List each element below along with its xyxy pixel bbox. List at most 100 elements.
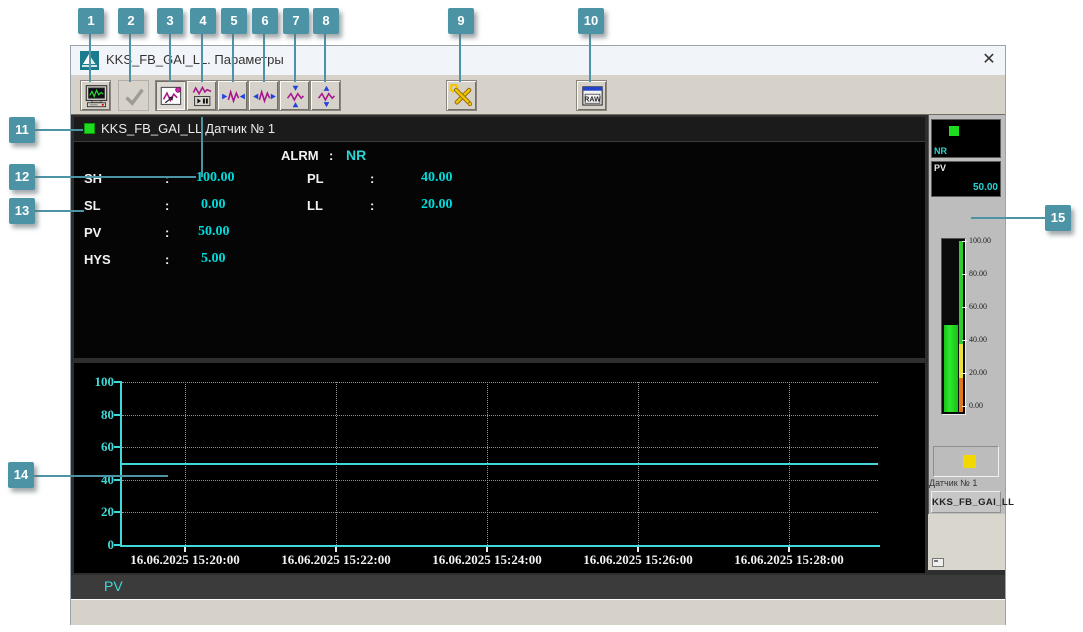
alarm-label: ALRM bbox=[281, 148, 319, 163]
compress-value-axis-button[interactable] bbox=[279, 80, 310, 111]
callout-7: 7 bbox=[283, 8, 309, 34]
param-label-ll: LL bbox=[307, 198, 323, 213]
sidebar-pv-value: 50.00 bbox=[972, 182, 998, 193]
callout-9: 9 bbox=[448, 8, 474, 34]
param-label-sl: SL bbox=[84, 198, 101, 213]
callout-line-12 bbox=[35, 176, 196, 178]
compress-time-axis-icon bbox=[222, 89, 245, 104]
x-tick-label: 16.06.2025 15:26:00 bbox=[583, 552, 693, 567]
callout-line-8 bbox=[324, 34, 326, 82]
gauge-zone bbox=[959, 241, 963, 344]
gauge-zone bbox=[959, 377, 963, 412]
gauge-tick-label: 100.00 bbox=[969, 236, 991, 245]
x-axis bbox=[120, 545, 880, 547]
param-label-sh: SH bbox=[84, 171, 103, 186]
param-value-ll: 20.00 bbox=[421, 197, 453, 212]
screen-capture-button[interactable] bbox=[80, 80, 111, 111]
callout-line-15 bbox=[971, 217, 1045, 219]
callout-line-3 bbox=[169, 34, 171, 82]
param-label-hys: HYS bbox=[84, 252, 111, 267]
settings-button[interactable] bbox=[446, 80, 477, 111]
callout-2: 2 bbox=[118, 8, 144, 34]
gauge-tick-label: 40.00 bbox=[969, 335, 987, 344]
expand-time-axis-icon bbox=[253, 89, 276, 104]
callout-12: 12 bbox=[9, 164, 35, 190]
callout-11: 11 bbox=[9, 117, 35, 143]
kks-tag-label: KKS_FB_GAI_LL bbox=[931, 491, 1014, 513]
callout-line-11 bbox=[35, 129, 83, 131]
callout-line-14 bbox=[34, 475, 168, 477]
svg-text:RAW: RAW bbox=[584, 97, 601, 104]
monitor-trend-icon bbox=[85, 85, 108, 108]
callout-line-1 bbox=[89, 34, 91, 82]
trend-pause-icon bbox=[192, 85, 212, 107]
callout-14: 14 bbox=[8, 462, 34, 488]
x-tick-label: 16.06.2025 15:22:00 bbox=[281, 552, 391, 567]
y-tick-label: 0 bbox=[107, 537, 115, 552]
status-indicator-green bbox=[84, 123, 95, 134]
x-tick-label: 16.06.2025 15:28:00 bbox=[734, 552, 844, 567]
gauge-tick-label: 60.00 bbox=[969, 302, 987, 311]
sidebar-pv-label: PV bbox=[934, 163, 947, 173]
gauge-tick-label: 0.00 bbox=[969, 401, 983, 410]
param-colon: : bbox=[370, 171, 375, 186]
expand-value-axis-icon bbox=[317, 85, 336, 108]
expand-time-axis-button[interactable] bbox=[248, 80, 279, 111]
x-tick-label: 16.06.2025 15:24:00 bbox=[432, 552, 542, 567]
screenshot-root: KKS_FB_GAI_LL. Параметры ✕ RAW KKS_FB_GA… bbox=[0, 0, 1083, 632]
callout-5: 5 bbox=[221, 8, 247, 34]
callout-line-13 bbox=[35, 210, 84, 212]
expand-value-axis-button[interactable] bbox=[310, 80, 341, 111]
trend-line bbox=[122, 462, 878, 465]
callout-1: 1 bbox=[78, 8, 104, 34]
status-bar bbox=[71, 599, 1005, 625]
param-value-hys: 5.00 bbox=[201, 251, 226, 266]
sensor-name-label: Датчик № 1 bbox=[929, 478, 978, 488]
gauge-fill bbox=[944, 324, 958, 412]
param-colon: : bbox=[165, 171, 170, 186]
gauge-zone bbox=[959, 343, 963, 378]
param-colon: : bbox=[370, 198, 375, 213]
bar-gauge bbox=[941, 238, 966, 415]
sidebar-status-value: NR bbox=[934, 146, 947, 156]
param-value-pv: 50.00 bbox=[198, 224, 230, 239]
close-button[interactable]: ✕ bbox=[978, 49, 1000, 71]
callout-6: 6 bbox=[252, 8, 278, 34]
y-tick-label: 100 bbox=[94, 374, 115, 389]
callout-line-7 bbox=[294, 34, 296, 82]
yellow-indicator-icon bbox=[963, 455, 976, 468]
callout-8: 8 bbox=[313, 8, 339, 34]
apply-check-icon bbox=[125, 88, 144, 106]
callout-line-9 bbox=[459, 34, 461, 82]
callout-4: 4 bbox=[190, 8, 216, 34]
callout-line-10 bbox=[589, 34, 591, 82]
gauge-tick-label: 20.00 bbox=[969, 368, 987, 377]
legend-pv-label[interactable]: PV bbox=[104, 578, 123, 594]
raw-window-icon: RAW bbox=[582, 86, 603, 106]
param-colon: : bbox=[165, 252, 170, 267]
gauge-zones bbox=[959, 241, 963, 412]
param-label-pl: PL bbox=[307, 171, 324, 186]
window-title: KKS_FB_GAI_LL. Параметры bbox=[106, 52, 284, 67]
callout-3: 3 bbox=[157, 8, 183, 34]
gauge-tick-label: 80.00 bbox=[969, 269, 987, 278]
alarm-value: NR bbox=[346, 147, 367, 163]
callout-line-6 bbox=[263, 34, 265, 82]
param-value-pl: 40.00 bbox=[421, 170, 453, 185]
callout-line-2 bbox=[129, 34, 131, 82]
mini-window-icon bbox=[932, 558, 944, 567]
callout-13: 13 bbox=[9, 198, 35, 224]
callout-line-4b bbox=[201, 117, 203, 177]
param-value-sl: 0.00 bbox=[201, 197, 226, 212]
alarm-indicator-tile bbox=[933, 446, 999, 477]
sidebar-status-green-icon bbox=[949, 126, 959, 136]
apply-button[interactable] bbox=[118, 80, 149, 111]
tools-icon bbox=[450, 84, 473, 107]
pause-trend-button[interactable] bbox=[186, 80, 217, 111]
raw-data-button[interactable]: RAW bbox=[576, 80, 607, 111]
y-tick-label: 20 bbox=[101, 504, 114, 519]
chart-image-icon bbox=[160, 86, 182, 106]
compress-time-axis-button[interactable] bbox=[217, 80, 248, 111]
chart-settings-button[interactable] bbox=[155, 80, 186, 111]
callout-line-4 bbox=[201, 34, 203, 82]
